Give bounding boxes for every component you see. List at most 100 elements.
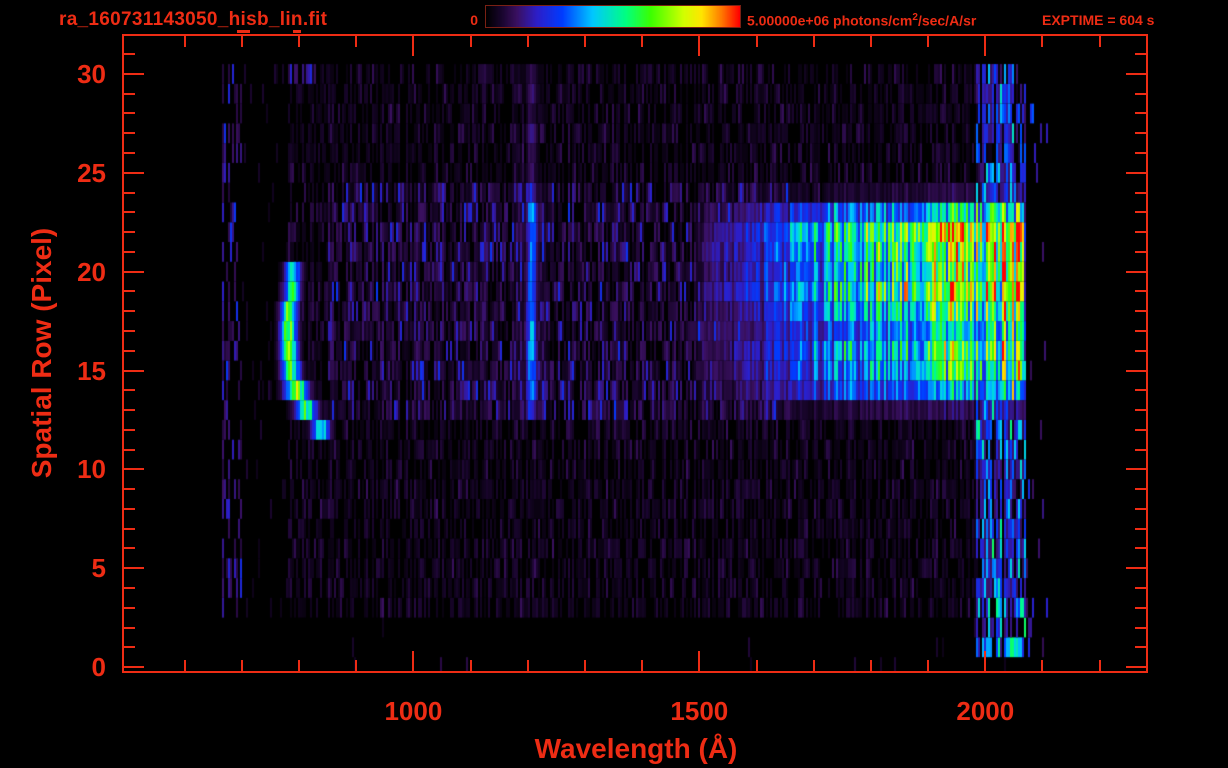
x-tick-label: 1500 (670, 696, 729, 726)
axis-tick (584, 660, 586, 671)
axis-tick (1135, 646, 1146, 648)
axis-tick (124, 93, 135, 95)
axis-tick (1135, 112, 1146, 114)
axis-tick (1135, 409, 1146, 411)
x-tick-label: 2000 (956, 696, 1015, 726)
axis-tick (1135, 528, 1146, 530)
axis-tick (124, 192, 135, 194)
axis-tick (1099, 36, 1101, 47)
axis-tick (1041, 36, 1043, 47)
axis-tick (124, 172, 144, 174)
axis-tick (124, 429, 135, 431)
axis-tick (641, 660, 643, 671)
y-tick-label: 0 (91, 652, 106, 683)
axis-tick (641, 36, 643, 47)
y-tick-label: 10 (77, 454, 106, 485)
axis-tick (124, 350, 135, 352)
axis-tick (124, 152, 135, 154)
axis-tick (184, 36, 186, 47)
axis-tick (1135, 587, 1146, 589)
axis-tick (412, 651, 414, 671)
x-tick-label: 1000 (384, 696, 443, 726)
axis-tick (1135, 231, 1146, 233)
colorbar (485, 5, 741, 28)
axis-tick (124, 508, 135, 510)
axis-tick (1135, 310, 1146, 312)
axis-tick (241, 36, 243, 47)
y-tick-label: 25 (77, 157, 106, 188)
axis-tick (1135, 449, 1146, 451)
axis-tick (124, 290, 135, 292)
axis-tick (1135, 350, 1146, 352)
axis-tick (298, 36, 300, 47)
edge-artifact-mark (237, 30, 250, 33)
axis-tick (412, 36, 414, 56)
axis-tick (927, 660, 929, 671)
axis-tick (124, 488, 135, 490)
axis-tick (984, 36, 986, 56)
y-tick-label: 5 (91, 553, 106, 584)
axis-tick (527, 660, 529, 671)
spectrogram-image (124, 36, 1146, 671)
axis-tick (470, 36, 472, 47)
axis-tick (698, 651, 700, 671)
axis-tick (1135, 389, 1146, 391)
axis-tick (1135, 607, 1146, 609)
axis-tick (124, 528, 135, 530)
axis-tick (1041, 660, 1043, 671)
axis-tick (584, 36, 586, 47)
axis-tick (355, 660, 357, 671)
axis-tick (870, 36, 872, 47)
axis-tick (1135, 508, 1146, 510)
axis-tick (870, 660, 872, 671)
axis-tick (756, 660, 758, 671)
axis-tick (124, 112, 135, 114)
axis-tick (984, 651, 986, 671)
axis-tick (124, 409, 135, 411)
axis-tick (756, 36, 758, 47)
axis-tick (813, 36, 815, 47)
axis-tick (1135, 547, 1146, 549)
colorbar-max-units: /sec/A/sr (917, 12, 977, 29)
axis-tick (124, 567, 144, 569)
axis-tick (241, 660, 243, 671)
x-axis-title: Wavelength (Å) (534, 733, 738, 764)
axis-tick (124, 53, 135, 55)
exptime-label: EXPTIME = 604 s (1042, 12, 1155, 28)
axis-tick (124, 468, 144, 470)
axis-tick (1126, 271, 1146, 273)
spectral-image-window: ra_160731143050_hisb_lin.fit 0 5.00000e+… (0, 0, 1228, 768)
axis-tick (124, 627, 135, 629)
axis-tick (1126, 567, 1146, 569)
axis-tick (470, 660, 472, 671)
axis-tick (124, 607, 135, 609)
axis-tick (1135, 290, 1146, 292)
axis-tick (124, 271, 144, 273)
axis-tick (1135, 53, 1146, 55)
y-tick-label: 20 (77, 256, 106, 287)
axis-tick (124, 587, 135, 589)
axis-tick (1135, 330, 1146, 332)
axis-tick (124, 231, 135, 233)
axis-tick (813, 660, 815, 671)
axis-tick (1126, 73, 1146, 75)
colorbar-max-text: 5.00000e+06 photons/cm (747, 12, 913, 29)
axis-tick (1135, 211, 1146, 213)
axis-tick (124, 73, 144, 75)
axis-tick (527, 36, 529, 47)
axis-tick (1135, 192, 1146, 194)
axis-tick (355, 36, 357, 47)
page-title: ra_160731143050_hisb_lin.fit (59, 9, 328, 30)
axis-tick (124, 251, 135, 253)
axis-tick (124, 666, 144, 668)
axis-tick (698, 36, 700, 56)
colorbar-min-label: 0 (470, 12, 478, 28)
axis-tick (1135, 429, 1146, 431)
axis-tick (124, 646, 135, 648)
axis-tick (1135, 627, 1146, 629)
y-tick-label: 15 (77, 355, 106, 386)
axis-tick (1126, 468, 1146, 470)
axis-tick (1126, 370, 1146, 372)
axis-tick (124, 310, 135, 312)
axis-tick (1126, 172, 1146, 174)
